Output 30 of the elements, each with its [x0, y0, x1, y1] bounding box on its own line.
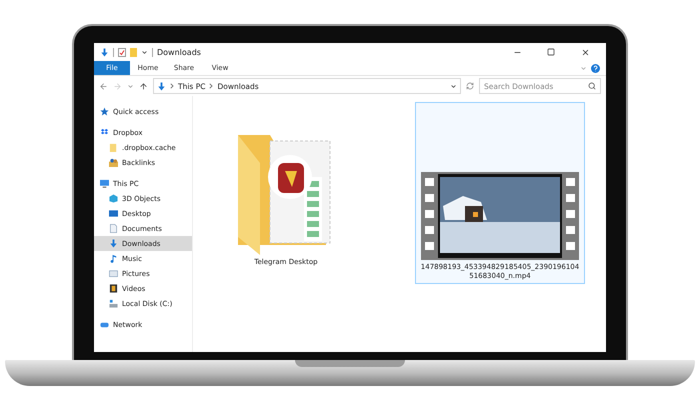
- music-note-icon: [109, 254, 118, 263]
- window-title: Downloads: [157, 48, 201, 56]
- picture-icon: [109, 269, 118, 278]
- refresh-icon[interactable]: [466, 82, 474, 90]
- dropbox-icon: [100, 128, 109, 137]
- close-icon[interactable]: [580, 48, 590, 56]
- computer-icon: [100, 179, 109, 188]
- recent-icon[interactable]: [127, 82, 134, 90]
- up-icon[interactable]: [139, 82, 148, 90]
- chevron-icon: [209, 83, 214, 89]
- checklist-icon[interactable]: [118, 48, 126, 56]
- download-icon: [157, 82, 166, 90]
- disk-drive-icon: [109, 299, 118, 308]
- search-icon: [588, 82, 596, 90]
- expand-icon[interactable]: [580, 64, 587, 72]
- maximize-icon[interactable]: [547, 48, 555, 56]
- cube-icon: [109, 194, 118, 203]
- help-icon[interactable]: [591, 64, 600, 72]
- chevron-icon: [170, 83, 174, 89]
- download-icon: [109, 239, 118, 248]
- people-icon: [109, 158, 118, 167]
- desktop-icon: [109, 209, 118, 218]
- film-icon: [109, 284, 118, 293]
- folder-icon: [109, 143, 118, 152]
- back-icon[interactable]: [99, 82, 108, 90]
- dropdown-icon[interactable]: [141, 48, 148, 56]
- dropdown-icon[interactable]: [450, 82, 457, 90]
- download-icon[interactable]: [100, 48, 109, 56]
- star-icon: [100, 107, 109, 116]
- document-icon: [109, 224, 118, 233]
